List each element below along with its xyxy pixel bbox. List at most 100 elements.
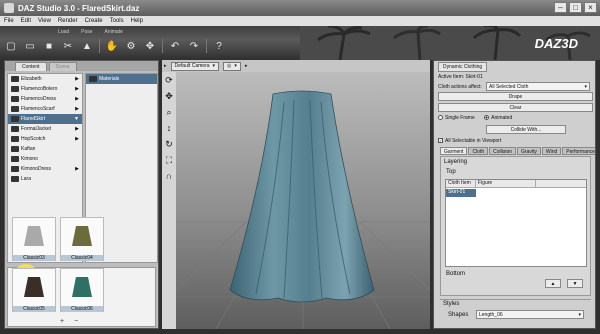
tab-wind[interactable]: Wind (541, 147, 562, 155)
remove-icon[interactable]: − (74, 318, 78, 325)
thumbnail-item[interactable]: Classic03 (12, 217, 56, 261)
thumbnail-label: Classic06 (61, 306, 103, 312)
folder-item[interactable]: Kaftan (8, 144, 82, 154)
single-frame-radio[interactable] (438, 115, 443, 121)
tab-gravity[interactable]: Gravity (517, 147, 541, 155)
expand-arrow-icon[interactable]: ▶ (75, 76, 79, 82)
joint-icon[interactable]: ⚙ (124, 39, 138, 53)
cloth-actions-label: Cloth actions affect: (438, 84, 482, 90)
dolly-icon[interactable]: ↕ (164, 123, 175, 134)
viewport-toolbar: ▸ Default Camera ▾ ◎ ▾ ▸ (162, 60, 430, 72)
simulation-mode: Single Frame Animated (438, 115, 512, 121)
expand-arrow-icon[interactable]: ▼ (74, 116, 79, 122)
tab-dynamic-clothing[interactable]: Dynamic Clothing (438, 62, 488, 72)
shapes-dropdown[interactable]: Length_06 ▾ (476, 310, 584, 319)
active-item-row: Active Item: Skirt-01 (438, 74, 483, 80)
selectable-checkbox[interactable]: ✓ (438, 138, 443, 144)
folder-item[interactable]: KimonoDress ▶ (8, 164, 82, 174)
drape-button[interactable]: Drape (438, 92, 593, 101)
thumbnail-item[interactable]: Classic05 (12, 268, 56, 312)
menu-render[interactable]: Render (58, 18, 78, 24)
new-icon[interactable]: ▢ (4, 39, 18, 53)
folder-icon (11, 126, 19, 132)
thumbnail-label: Classic04 (61, 255, 103, 261)
open-icon[interactable]: ▭ (23, 39, 37, 53)
app-icon (4, 3, 14, 13)
move-icon[interactable]: ✥ (143, 39, 157, 53)
folder-item[interactable]: FlamencoScarf ▶ (8, 104, 82, 114)
viewport-menu-icon[interactable]: ▸ (164, 63, 167, 69)
expand-arrow-icon[interactable]: ▶ (75, 126, 79, 132)
clear-button[interactable]: Clear (438, 103, 593, 112)
folder-item[interactable]: FormalJacket ▶ (8, 124, 82, 134)
folder-item[interactable]: Elizabeth ▶ (8, 74, 82, 84)
figure-icon[interactable]: ▲ (80, 39, 94, 53)
menu-edit[interactable]: Edit (21, 18, 31, 24)
folder-item[interactable]: HopScotch ▶ (8, 134, 82, 144)
orbit-icon[interactable]: ↻ (164, 139, 175, 150)
tab-scene[interactable]: Scene (48, 62, 77, 71)
thumbnail-item[interactable]: Classic04 (60, 217, 104, 261)
menu-help[interactable]: Help (131, 18, 143, 24)
animated-radio[interactable] (484, 115, 490, 121)
rotate-icon[interactable]: ⟳ (164, 75, 175, 86)
tab-load[interactable]: Load (58, 29, 69, 35)
undo-icon[interactable]: ↶ (168, 39, 182, 53)
expand-arrow-icon[interactable]: ▶ (75, 106, 79, 112)
styles-label: Styles (443, 301, 460, 307)
thumbnail-footer: + − (60, 318, 78, 325)
pan-icon[interactable]: ✥ (164, 91, 175, 102)
table-row[interactable]: Skirt-01 (446, 189, 586, 197)
expand-arrow-icon[interactable]: ▶ (75, 96, 79, 102)
folder-icon (11, 156, 19, 162)
frame-icon[interactable]: ⛶ (164, 155, 175, 166)
tab-performance[interactable]: Performance (562, 147, 595, 155)
menu-create[interactable]: Create (85, 18, 103, 24)
expand-arrow-icon[interactable]: ▶ (75, 166, 79, 172)
menu-view[interactable]: View (38, 18, 51, 24)
folder-item[interactable]: Kimono (8, 154, 82, 164)
move-down-button[interactable]: ▼ (567, 279, 583, 288)
move-up-button[interactable]: ▲ (545, 279, 561, 288)
pose-icon[interactable]: ✋ (105, 39, 119, 53)
toolbar-tabs: Load Pose Animate (58, 29, 123, 35)
tab-animate[interactable]: Animate (105, 29, 123, 35)
viewport-expand-icon[interactable]: ▸ (245, 63, 248, 69)
expand-arrow-icon[interactable]: ▶ (75, 86, 79, 92)
cut-icon[interactable]: ✂ (61, 39, 75, 53)
save-icon[interactable]: ■ (42, 39, 56, 53)
styles-group: Styles Shapes Length_06 ▾ (440, 299, 591, 323)
collide-with-button[interactable]: Collide With... (486, 125, 566, 134)
thumbnail-item[interactable]: Classic06 (60, 268, 104, 312)
cloth-actions-dropdown[interactable]: All Selected Cloth ▾ (486, 82, 590, 91)
folder-item[interactable]: Lara (8, 174, 82, 184)
minimize-icon[interactable]: – (554, 2, 567, 13)
main-toolbar: Load Pose Animate ▢ ▭ ■ ✂ ▲ ✋ ⚙ ✥ ↶ ↷ ? … (0, 26, 600, 60)
menu-tools[interactable]: Tools (110, 18, 124, 24)
tab-content[interactable]: Content (15, 62, 47, 71)
menu-file[interactable]: File (4, 18, 14, 24)
close-icon[interactable]: × (584, 2, 597, 13)
folder-item[interactable]: FlamencoBolero ▶ (8, 84, 82, 94)
column-cloth-item: Cloth Item (446, 180, 476, 187)
tab-garment[interactable]: Garment (440, 147, 468, 155)
reset-icon[interactable]: ∩ (164, 171, 175, 182)
scene-view[interactable] (176, 72, 430, 329)
draw-style-select[interactable]: ◎ ▾ (223, 61, 241, 71)
expand-arrow-icon[interactable]: ▶ (75, 136, 79, 142)
camera-select[interactable]: Default Camera ▾ (170, 61, 220, 71)
tab-cloth[interactable]: Cloth (468, 147, 489, 155)
folder-item-selected[interactable]: FlaredSkirt ▼ (8, 114, 82, 124)
add-icon[interactable]: + (60, 318, 64, 325)
folder-icon (11, 146, 19, 152)
tab-collision[interactable]: Collision (489, 147, 517, 155)
help-icon[interactable]: ? (212, 39, 226, 53)
subfolder-item-materials[interactable]: Materials (86, 74, 157, 84)
thumbnail-label: Classic03 (13, 255, 55, 261)
skirt-thumbnail-image (24, 226, 44, 246)
redo-icon[interactable]: ↷ (187, 39, 201, 53)
maximize-icon[interactable]: □ (569, 2, 582, 13)
zoom-icon[interactable]: ⌕ (164, 107, 175, 118)
tab-pose[interactable]: Pose (81, 29, 92, 35)
folder-item[interactable]: FlamencoDress ▶ (8, 94, 82, 104)
